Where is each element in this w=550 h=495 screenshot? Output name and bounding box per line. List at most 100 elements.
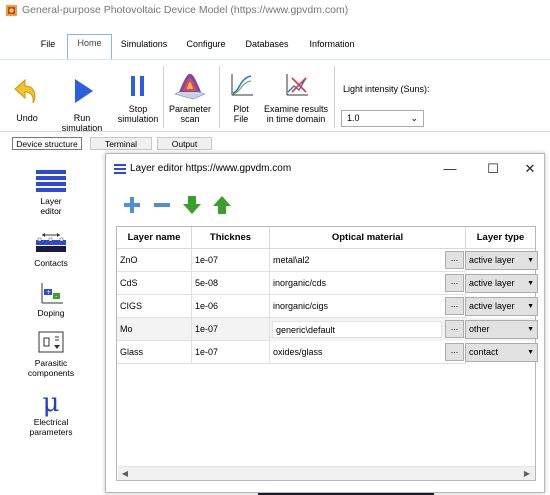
optical-material-editor[interactable]: generic\default (272, 321, 442, 338)
plot-file-button[interactable]: Plot File (224, 72, 258, 124)
table-row: Glass 1e-07 oxides/glass ... contact ▼ (117, 341, 538, 364)
tab-terminal[interactable]: Terminal (90, 137, 152, 150)
optical-material-cell[interactable]: inorganic/cigs (270, 295, 466, 318)
stop-label-1: Stop (128, 104, 148, 114)
layer-type-select[interactable]: contact ▼ (465, 343, 538, 362)
play-icon (75, 79, 93, 103)
ribbon-separator (163, 66, 164, 128)
optical-material-cell[interactable]: oxides/glass (270, 341, 466, 364)
layer-name-cell[interactable]: CIGS (117, 295, 192, 318)
layer-editor-window: Layer editor https://www.gpvdm.com — ☐ ✕… (105, 153, 545, 493)
doping-icon: + - (41, 283, 63, 304)
parameter-scan-button[interactable]: Parameter scan (167, 70, 213, 124)
layer-editor-title: Layer editor https://www.gpvdm.com (130, 163, 292, 174)
ribbon-separator (219, 66, 220, 128)
layer-name-cell[interactable]: Glass (117, 341, 192, 364)
tab-information[interactable]: Information (304, 36, 360, 60)
column-header-optical-material: Optical material (270, 227, 466, 249)
arrow-down-icon[interactable] (182, 195, 202, 215)
circuit-icon (38, 331, 64, 353)
thickness-cell[interactable]: 1e-07 (192, 341, 270, 364)
gpvdm-app-icon (6, 5, 17, 16)
layer-editor-title-bar: Layer editor https://www.gpvdm.com — ☐ ✕ (106, 154, 544, 184)
tab-databases[interactable]: Databases (242, 36, 292, 60)
layer-type-select[interactable]: active layer ▼ (465, 251, 538, 270)
layer-name-cell[interactable]: Mo (117, 318, 192, 341)
tab-device-structure[interactable]: Device structure (12, 137, 82, 150)
table-row-selected: Mo 1e-07 generic\default ... other ▼ (117, 318, 538, 341)
browse-material-button[interactable]: ... (445, 320, 464, 338)
contacts-label: Contacts (34, 258, 68, 268)
column-header-thickness: Thicknes (192, 227, 270, 249)
browse-material-button[interactable]: ... (445, 274, 464, 292)
chevron-down-icon: ▼ (527, 349, 534, 356)
browse-material-button[interactable]: ... (445, 251, 464, 269)
layer-stack-icon (36, 170, 66, 192)
doping-button[interactable]: + - Doping (16, 281, 86, 318)
light-intensity-select[interactable]: 1.0 ⌄ (341, 110, 424, 127)
light-intensity-value: 1.0 (347, 113, 360, 123)
thickness-cell[interactable]: 5e-08 (192, 272, 270, 295)
table-row: CdS 5e-08 inorganic/cds ... active layer… (117, 272, 538, 295)
scroll-left-icon[interactable]: ◀ (119, 468, 131, 480)
optical-material-cell[interactable]: inorganic/cds (270, 272, 466, 295)
parameter-scan-label-1: Parameter (168, 104, 212, 114)
electrical-label-1: Electrical (33, 417, 69, 427)
maximize-icon[interactable]: ☐ (486, 162, 500, 176)
layer-type-value: other (469, 324, 490, 334)
thickness-cell[interactable]: 1e-06 (192, 295, 270, 318)
layer-table: Layer name Thicknes Optical material Lay… (116, 226, 538, 481)
undo-label: Undo (16, 113, 38, 123)
parasitic-label-2: components (27, 368, 75, 378)
parasitic-components-button[interactable]: Parasitic components (16, 329, 86, 378)
layer-type-select[interactable]: other ▼ (465, 320, 538, 339)
tab-home[interactable]: Home (67, 34, 112, 61)
layer-editor-toolbar (106, 190, 544, 218)
minimize-icon[interactable]: — (443, 162, 457, 176)
chevron-down-icon: ▼ (527, 303, 534, 310)
contacts-icon (36, 233, 66, 252)
browse-material-button[interactable]: ... (445, 297, 464, 315)
window-title: General-purpose Photovoltaic Device Mode… (22, 4, 349, 16)
undo-button[interactable]: Undo (8, 76, 46, 123)
remove-layer-icon[interactable] (152, 195, 172, 215)
scroll-right-icon[interactable]: ▶ (521, 468, 533, 480)
svg-text:-: - (55, 293, 57, 300)
tab-file[interactable]: File (34, 36, 62, 60)
light-intensity-label: Light intensity (Suns): (343, 84, 430, 94)
layer-name-cell[interactable]: CdS (117, 272, 192, 295)
chevron-down-icon: ▼ (527, 280, 534, 287)
layer-name-cell[interactable]: ZnO (117, 249, 192, 272)
thickness-cell[interactable]: 1e-07 (192, 318, 270, 341)
svg-text:+: + (46, 289, 51, 296)
tab-configure[interactable]: Configure (181, 36, 231, 60)
thickness-cell[interactable]: 1e-07 (192, 249, 270, 272)
run-simulation-button[interactable]: Run simulation (53, 76, 111, 133)
layer-type-select[interactable]: active layer ▼ (465, 274, 538, 293)
electrical-parameters-button[interactable]: μ Electrical parameters (16, 389, 86, 437)
title-bar: General-purpose Photovoltaic Device Mode… (0, 0, 550, 22)
layer-type-value: contact (469, 347, 499, 357)
examine-results-button[interactable]: Examine results in time domain (262, 72, 330, 124)
surface-plot-icon (174, 73, 206, 100)
arrow-up-icon[interactable] (212, 195, 232, 215)
layer-type-value: active layer (469, 278, 515, 288)
layer-editor-label-1: Layer (40, 196, 62, 206)
stop-simulation-button[interactable]: Stop simulation (117, 72, 159, 124)
close-icon[interactable]: ✕ (523, 162, 537, 176)
column-header-layer-name: Layer name (117, 227, 192, 249)
plot-icon (231, 74, 253, 96)
layer-type-select[interactable]: active layer ▼ (465, 297, 538, 316)
parameter-scan-label-2: scan (180, 114, 200, 124)
optical-material-cell[interactable]: metal\al2 (270, 249, 466, 272)
layer-editor-button[interactable]: Layer editor (16, 169, 86, 216)
examine-label-2: in time domain (266, 114, 326, 124)
layer-editor-label-2: editor (40, 206, 62, 216)
tab-simulations[interactable]: Simulations (118, 36, 170, 60)
contacts-button[interactable]: Contacts (16, 231, 86, 268)
browse-material-button[interactable]: ... (445, 343, 464, 361)
add-layer-icon[interactable] (122, 195, 142, 215)
layer-type-value: active layer (469, 255, 515, 265)
horizontal-scrollbar[interactable]: ◀ ▶ (118, 466, 535, 480)
tab-output[interactable]: Output (157, 137, 212, 150)
